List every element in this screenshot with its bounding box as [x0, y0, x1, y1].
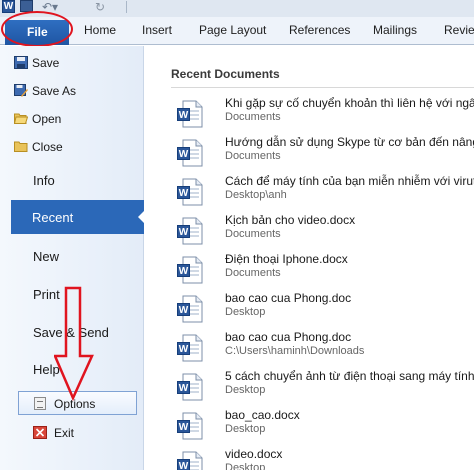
document-path: Documents — [225, 228, 281, 240]
document-name: bao cao cua Phong.doc — [225, 291, 352, 305]
recent-document-item[interactable]: Wbao cao cua Phong.doc Desktop — [177, 291, 474, 331]
svg-text:W: W — [179, 422, 189, 433]
word-app-icon[interactable]: W — [2, 0, 15, 13]
recent-document-item[interactable]: Wvideo.docx Desktop — [177, 447, 474, 470]
svg-text:W: W — [179, 227, 189, 238]
selection-pointer-icon — [138, 210, 145, 224]
word-document-icon: W — [177, 334, 203, 362]
svg-text:W: W — [179, 110, 189, 121]
svg-text:W: W — [179, 461, 189, 470]
word-document-icon: W — [177, 100, 203, 128]
document-path: Desktop — [225, 423, 266, 435]
svg-text:W: W — [179, 266, 189, 277]
save-command[interactable]: Save — [32, 56, 59, 70]
document-path: Desktop\anh — [225, 189, 287, 201]
document-name: bao cao cua Phong.doc — [225, 330, 352, 344]
close-folder-icon — [14, 141, 28, 152]
close-command[interactable]: Close — [32, 140, 63, 154]
document-path: Desktop — [225, 306, 266, 318]
word-document-icon: W — [177, 295, 203, 323]
document-path: Desktop — [225, 462, 266, 470]
document-path: Documents — [225, 267, 281, 279]
exit-icon — [33, 426, 47, 439]
save-icon — [14, 56, 28, 69]
divider — [171, 87, 474, 88]
word-document-icon: W — [177, 256, 203, 284]
word-document-icon: W — [177, 451, 203, 470]
document-path: Desktop — [225, 384, 266, 396]
document-name: video.docx — [225, 447, 283, 461]
backstage-nav: Save Save As Open Close Info Recent New … — [0, 46, 145, 470]
nav-recent-label: Recent — [32, 210, 74, 225]
redo-icon[interactable]: ↻ — [93, 0, 107, 14]
recent-document-item[interactable]: W Hướng dẫn sử dụng Skype từ cơ bản đến n… — [177, 135, 474, 175]
tab-insert[interactable]: Insert — [142, 23, 172, 37]
document-path: Documents — [225, 111, 281, 123]
tab-mailings[interactable]: Mailings — [373, 23, 417, 37]
recent-documents-pane: Recent Documents W Khi gặp sự cố chuyển k… — [145, 46, 474, 470]
recent-documents-heading: Recent Documents — [171, 67, 280, 81]
toolbar-divider — [126, 1, 127, 13]
tab-home[interactable]: Home — [84, 23, 116, 37]
annotation-arrow-icon — [54, 286, 94, 402]
save-as-command[interactable]: Save As — [32, 84, 76, 98]
document-name: Hướng dẫn sử dụng Skype từ cơ bản đến nâ… — [225, 135, 474, 149]
word-document-icon: W — [177, 139, 203, 167]
recent-document-item[interactable]: W Khi gặp sự cố chuyển khoản thì liên hệ … — [177, 96, 474, 136]
svg-text:W: W — [179, 305, 189, 316]
svg-text:W: W — [179, 149, 189, 160]
svg-text:W: W — [179, 344, 189, 355]
document-name: Kịch bản cho video.docx — [225, 213, 356, 227]
nav-info[interactable]: Info — [33, 173, 55, 188]
document-path: C:\Users\haminh\Downloads — [225, 345, 365, 357]
nav-new[interactable]: New — [33, 249, 59, 264]
tab-review[interactable]: Review — [444, 23, 474, 37]
svg-text:W: W — [179, 188, 189, 199]
annotation-ellipse — [1, 11, 73, 47]
word-document-icon: W — [177, 412, 203, 440]
options-icon — [34, 397, 46, 410]
word-document-icon: W — [177, 373, 203, 401]
exit-command[interactable]: Exit — [54, 426, 74, 440]
open-command[interactable]: Open — [32, 112, 61, 126]
word-document-icon: W — [177, 217, 203, 245]
word-document-icon: W — [177, 178, 203, 206]
recent-document-item[interactable]: Wbao_cao.docx Desktop — [177, 408, 474, 448]
recent-document-item[interactable]: W Kịch bản cho video.docx Documents — [177, 213, 474, 253]
document-name: Khi gặp sự cố chuyển khoản thì liên hệ v… — [225, 96, 474, 110]
recent-document-item[interactable]: Wbao cao cua Phong.doc C:\Users\haminh\Do… — [177, 330, 474, 370]
document-path: Documents — [225, 150, 281, 162]
tab-page-layout[interactable]: Page Layout — [199, 23, 266, 37]
tab-references[interactable]: References — [289, 23, 350, 37]
recent-document-item[interactable]: W 5 cách chuyển ảnh từ điện thoại sang má… — [177, 369, 474, 409]
svg-text:W: W — [179, 383, 189, 394]
quick-access-toolbar: W ↶▾ ↻ — [0, 0, 474, 17]
recent-document-item[interactable]: W Điện thoại Iphone.docx Documents — [177, 252, 474, 292]
nav-recent[interactable]: Recent — [11, 200, 145, 234]
save-as-icon — [14, 84, 28, 97]
document-name: bao_cao.docx — [225, 408, 300, 422]
document-name: 5 cách chuyển ảnh từ điện thoại sang máy… — [225, 369, 474, 383]
recent-document-item[interactable]: W Cách để máy tính của bạn miễn nhiễm với… — [177, 174, 474, 214]
open-folder-icon — [14, 113, 28, 124]
document-name: Điện thoại Iphone.docx — [225, 252, 348, 266]
document-name: Cách để máy tính của bạn miễn nhiễm với … — [225, 174, 474, 188]
